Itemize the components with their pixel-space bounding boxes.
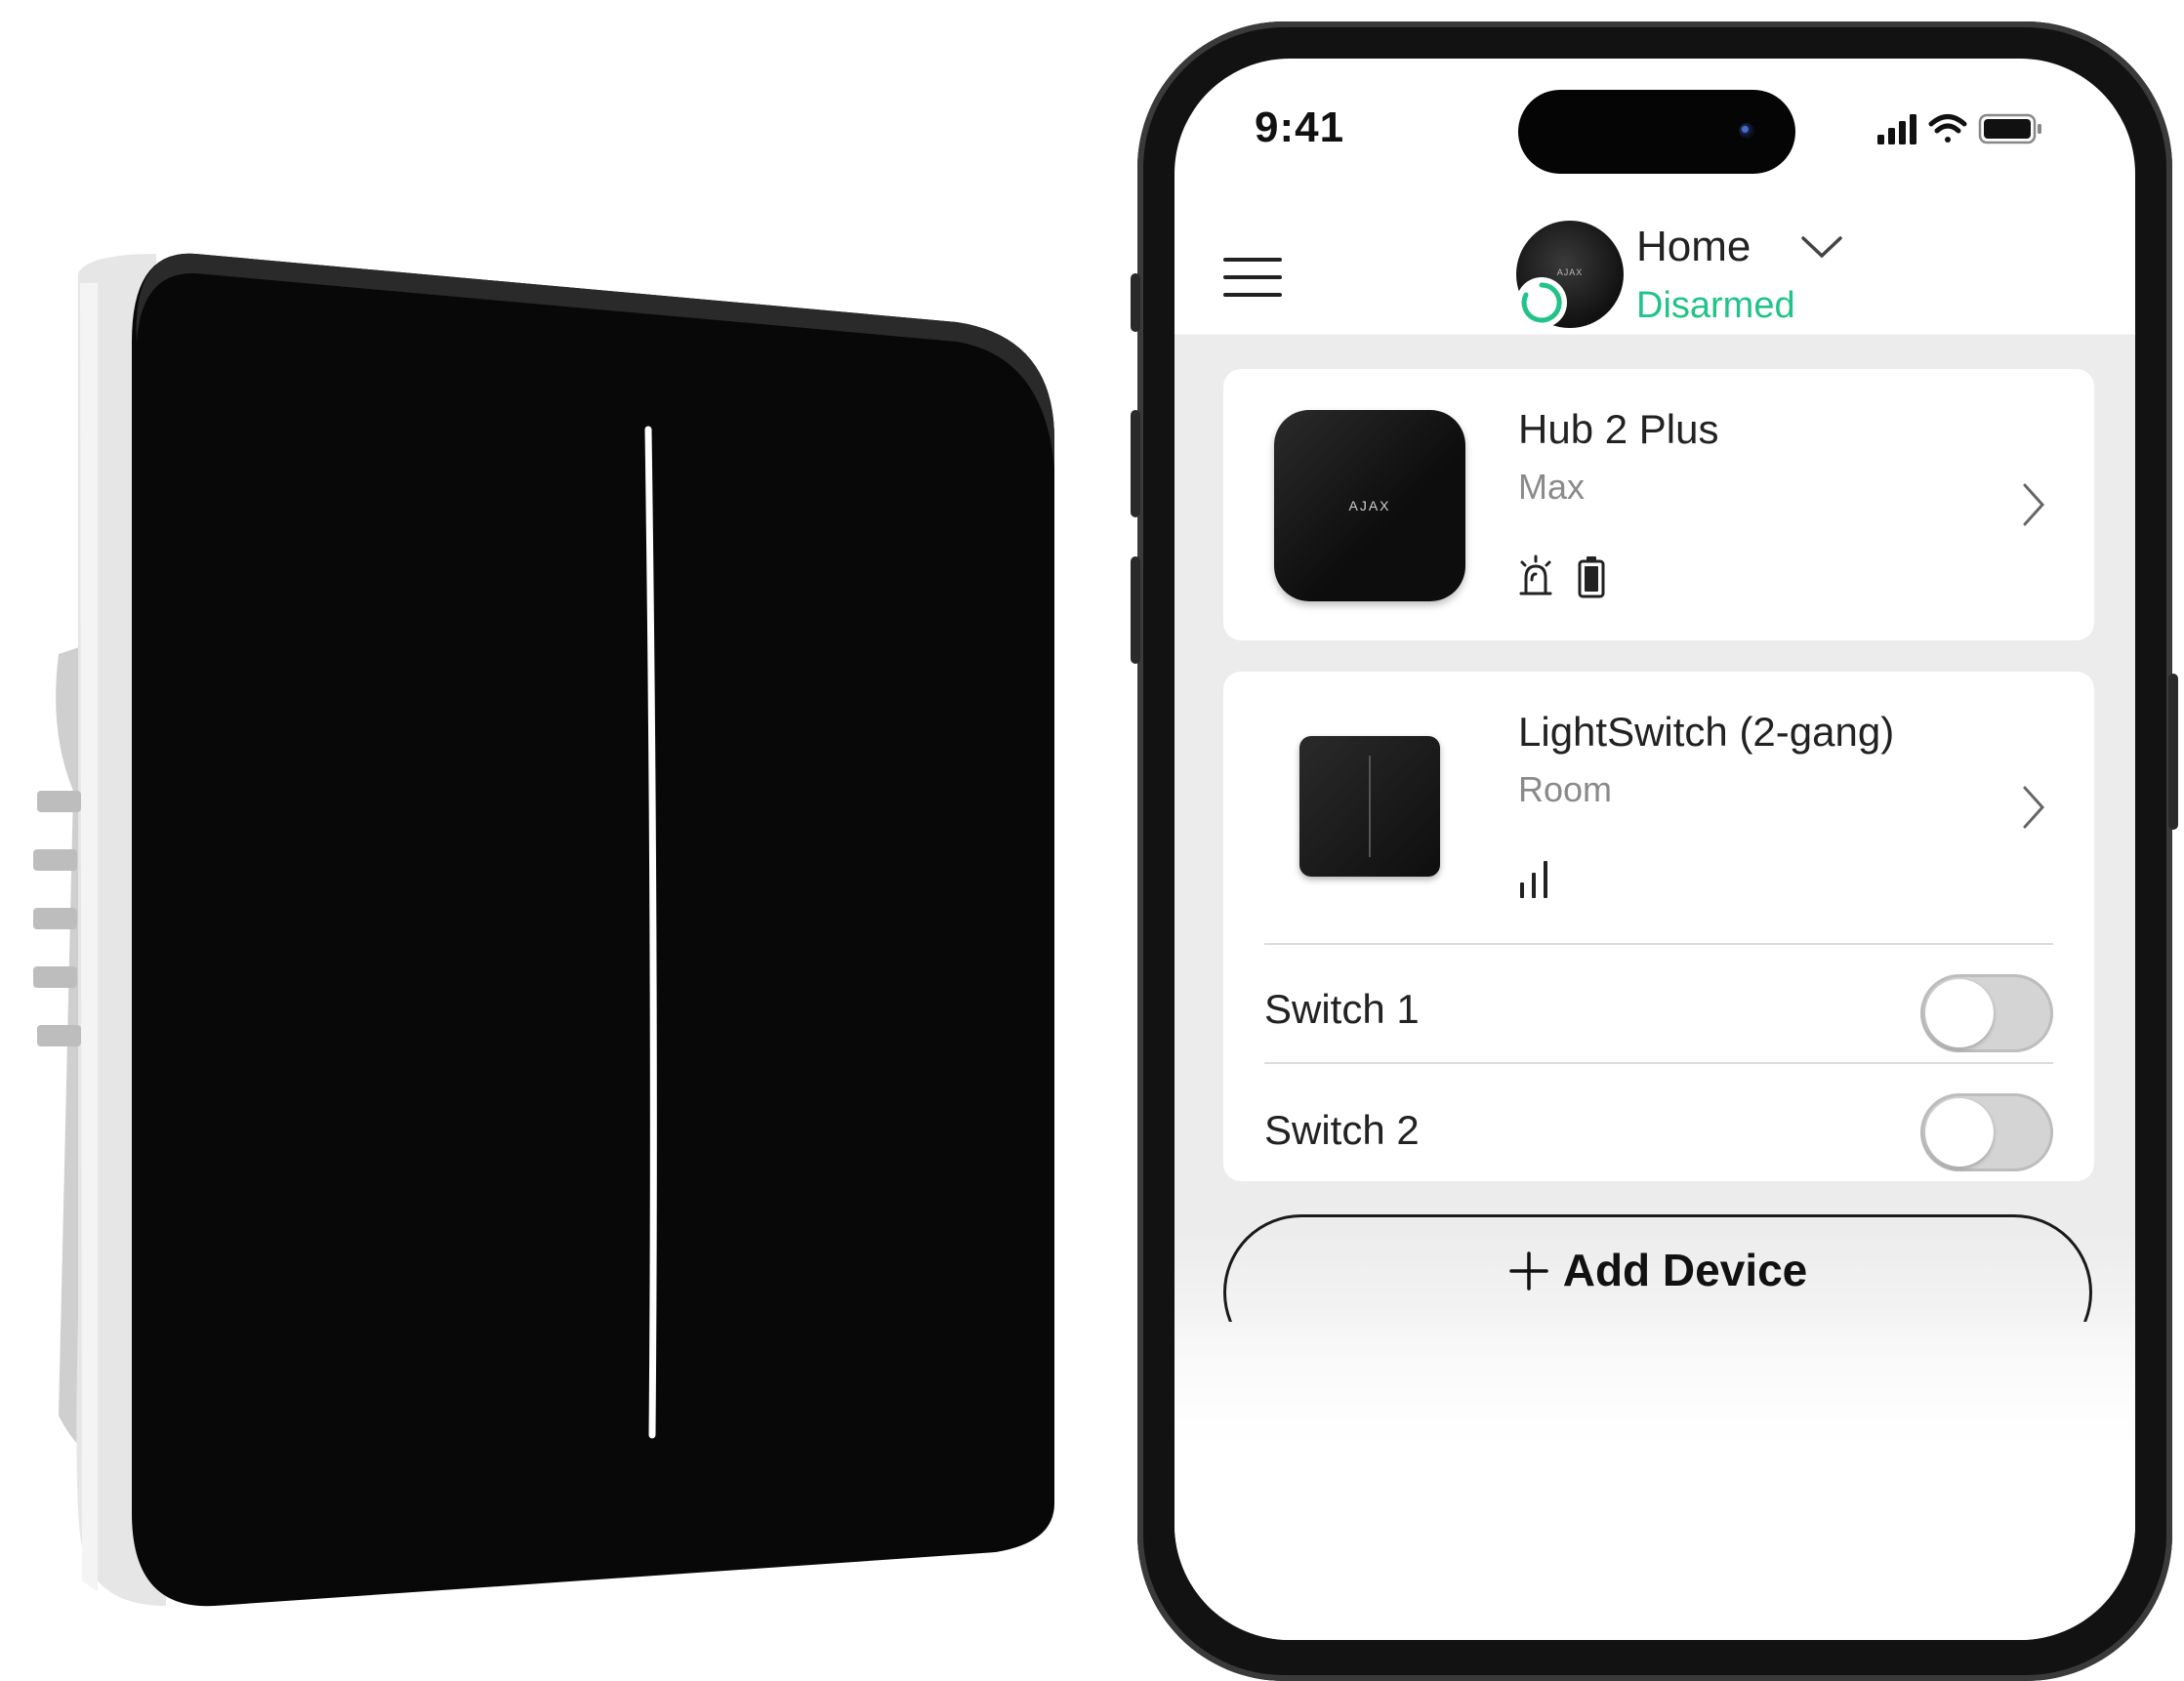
switch-2-toggle[interactable] (1920, 1093, 2053, 1171)
disarmed-status-icon (1516, 277, 1567, 328)
toggle-knob (1925, 979, 1994, 1047)
front-camera-icon (1739, 123, 1754, 139)
screen-fade (1174, 1318, 2135, 1640)
chevron-right-icon[interactable] (2019, 783, 2048, 832)
add-device-button[interactable]: Add Device (1223, 1214, 2102, 1322)
phone-screen: 9:41 AJAX Home Disarmed AJAX Hub 2 Plus … (1174, 59, 2135, 1640)
switch-row-2: Switch 2 (1264, 1082, 2053, 1179)
arm-state-label: Disarmed (1636, 285, 1795, 326)
device-room: Room (1518, 769, 1613, 809)
status-time: 9:41 (1255, 103, 1345, 151)
device-name: LightSwitch (2-gang) (1518, 709, 1895, 755)
divider (1264, 1062, 2053, 1064)
status-icons (1877, 113, 2041, 144)
phone-power-button (2168, 674, 2178, 830)
hub-selector-name[interactable]: Home (1636, 223, 1751, 271)
hub-device-logo: AJAX (1348, 498, 1391, 513)
device-card-lightswitch[interactable]: LightSwitch (2-gang) Room Switch 1 Switc… (1223, 672, 2094, 1181)
toggle-knob (1925, 1098, 1994, 1167)
menu-icon[interactable] (1223, 254, 1282, 303)
hub-device-image: AJAX (1274, 410, 1465, 601)
divider (1264, 943, 2053, 945)
dynamic-island (1518, 90, 1795, 174)
lightswitch-image-divider (1369, 756, 1371, 857)
switch-label: Switch 2 (1264, 1107, 1420, 1153)
lightswitch-product-image (33, 253, 1055, 1607)
chevron-down-icon[interactable] (1799, 232, 1844, 262)
plus-icon (1508, 1251, 1548, 1291)
signal-strength-icon (1520, 861, 1547, 898)
switch-row-1: Switch 1 (1264, 964, 2053, 1062)
siren-icon (1519, 554, 1552, 595)
cellular-signal-icon (1877, 114, 1916, 144)
battery-icon (1578, 556, 1605, 598)
switch-1-toggle[interactable] (1920, 974, 2053, 1052)
phone-side-button (1131, 273, 1140, 332)
device-room: Max (1518, 467, 1586, 507)
battery-status-icon (1978, 113, 2041, 144)
device-name: Hub 2 Plus (1518, 406, 1719, 452)
chevron-right-icon[interactable] (2019, 480, 2048, 529)
device-card-hub[interactable]: AJAX Hub 2 Plus Max (1223, 369, 2094, 640)
lightswitch-device-image (1299, 736, 1440, 877)
wifi-icon (1928, 114, 1967, 143)
phone-volume-up-button (1131, 410, 1140, 517)
add-device-text: Add Device (1562, 1245, 1808, 1295)
phone-volume-down-button (1131, 556, 1140, 664)
add-device-label: Add Device (1223, 1244, 2092, 1296)
switch-label: Switch 1 (1264, 986, 1420, 1032)
